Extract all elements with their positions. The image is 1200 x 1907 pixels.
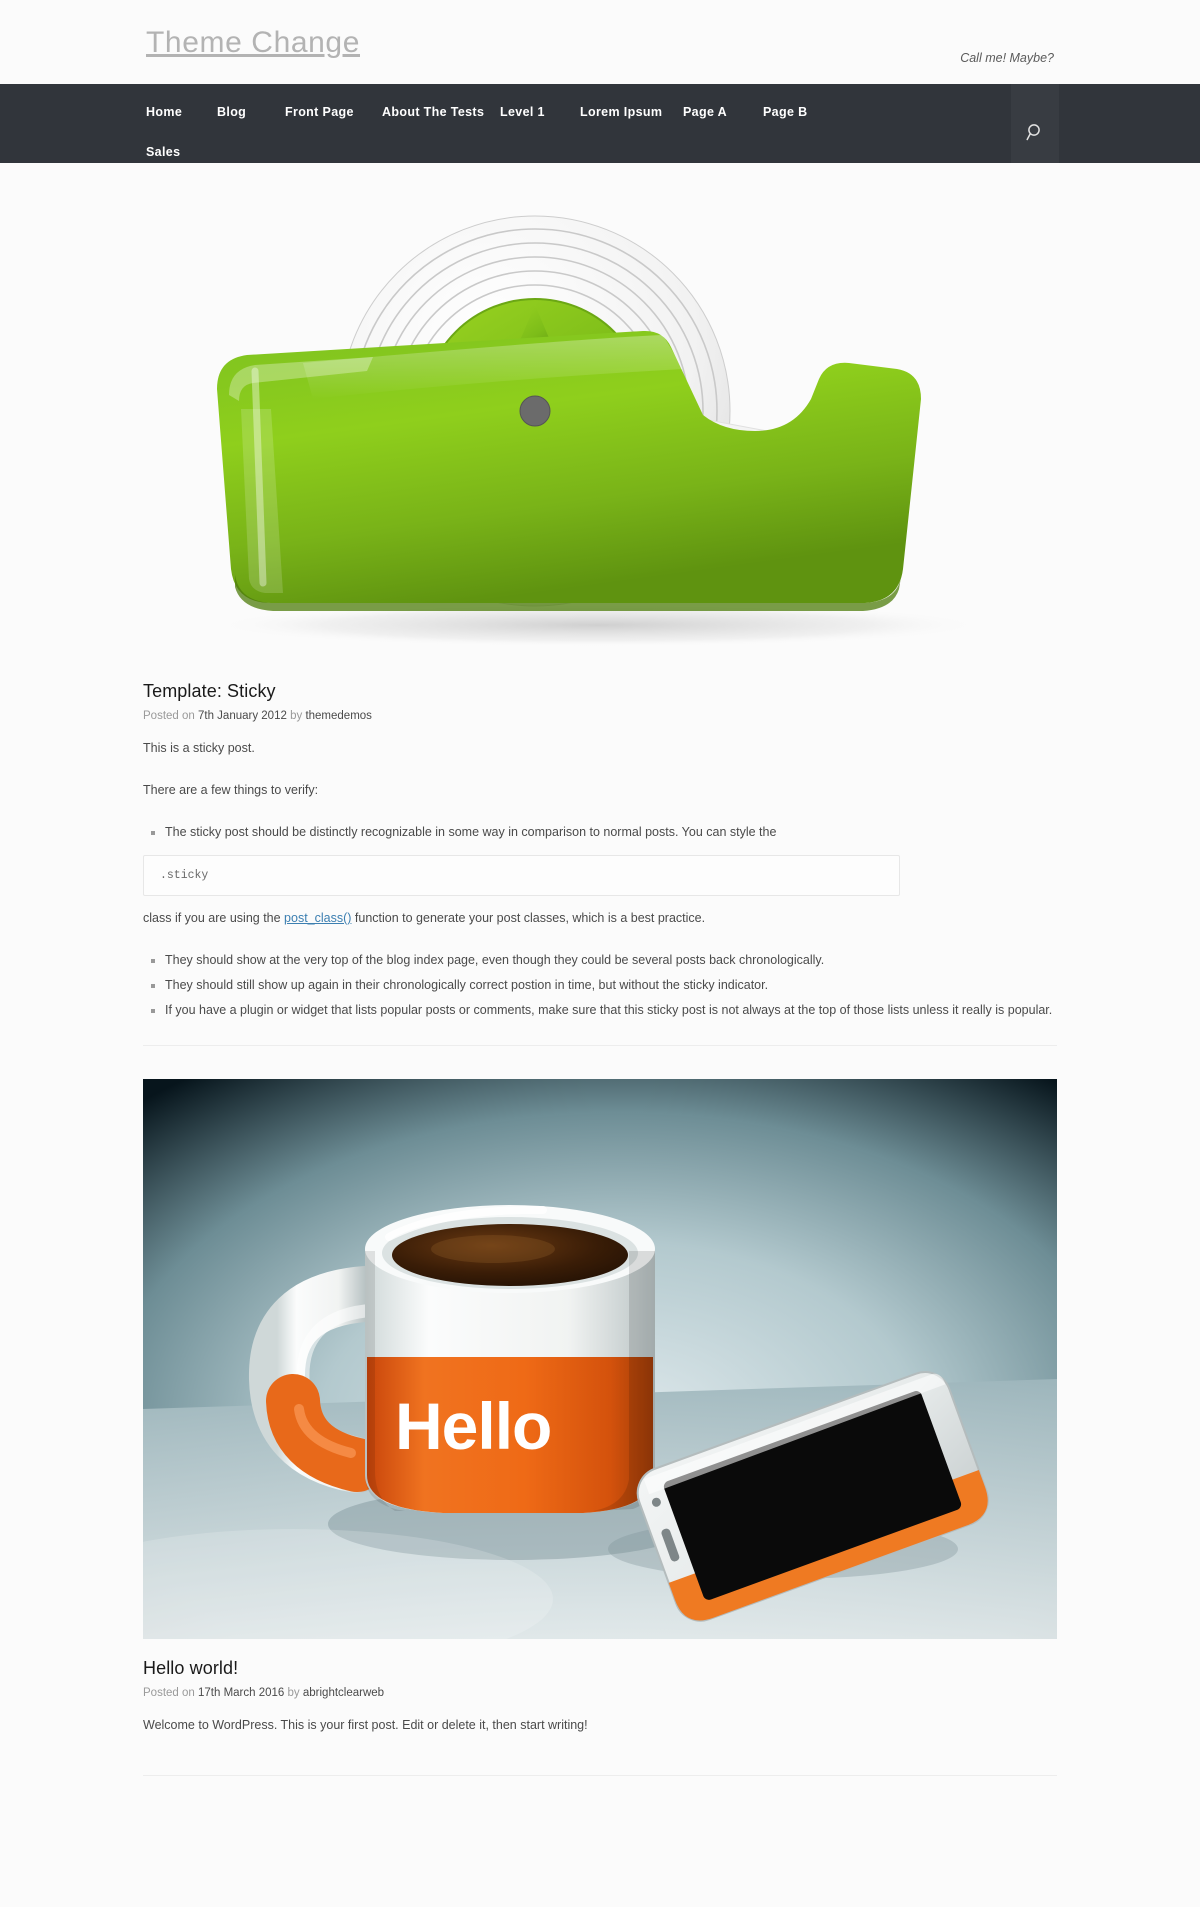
nav-link-lorem-ipsum[interactable]: Lorem Ipsum xyxy=(580,102,662,122)
post-date[interactable]: 7th January 2012 xyxy=(198,710,287,722)
page-bottom-divider xyxy=(143,1775,1057,1776)
nav-link-front-page[interactable]: Front Page xyxy=(285,102,354,122)
coffee-mug-and-phone-photo: Hello xyxy=(143,1079,1057,1639)
post-paragraph: This is a sticky post. xyxy=(143,741,255,755)
post-content: This is a sticky post. There are a few t… xyxy=(143,725,1057,1020)
search-toggle-button[interactable] xyxy=(1011,84,1059,163)
post-paragraph: There are a few things to verify: xyxy=(143,783,319,797)
list-item: If you have a plugin or widget that list… xyxy=(165,1001,1057,1020)
post-meta-by: by xyxy=(290,710,303,722)
list-item: They should still show up again in their… xyxy=(165,976,1057,995)
site-header-inner: Theme Change Call me! Maybe? xyxy=(0,0,1200,84)
post-content: Welcome to WordPress. This is your first… xyxy=(143,1702,1057,1735)
nav-link-page-b[interactable]: Page B xyxy=(763,102,807,122)
post-meta: Posted on 17th March 2016 by abrightclea… xyxy=(143,1684,1057,1702)
search-icon xyxy=(1026,123,1040,140)
primary-navigation: Home Blog Front Page About The Tests Lev… xyxy=(0,84,1200,163)
nav-item-blog[interactable]: Blog xyxy=(217,102,246,140)
main-content: Template: Sticky Posted on 7th January 2… xyxy=(0,163,1200,1816)
nav-link-level-1[interactable]: Level 1 xyxy=(500,102,545,122)
site-header: Theme Change Call me! Maybe? xyxy=(0,0,1200,84)
post-title[interactable]: Template: Sticky xyxy=(143,679,1057,703)
list-item: They should show at the very top of the … xyxy=(165,951,1057,970)
post-author[interactable]: abrightclearweb xyxy=(303,1687,384,1699)
nav-link-blog[interactable]: Blog xyxy=(217,102,246,122)
list-item: The sticky post should be distinctly rec… xyxy=(165,823,1057,842)
code-block: .sticky xyxy=(143,855,900,896)
post-meta-prefix: Posted on xyxy=(143,710,195,722)
post-hello-world: Hello Hello world! Posted on 17th March … xyxy=(143,1079,1057,1735)
after-code-text-after: function to generate your post classes, … xyxy=(351,911,706,925)
tape-dispenser-illustration xyxy=(208,215,988,647)
post-date[interactable]: 17th March 2016 xyxy=(198,1687,284,1699)
nav-link-page-a[interactable]: Page A xyxy=(683,102,727,122)
site-title[interactable]: Theme Change xyxy=(146,26,360,60)
nav-link-sales[interactable]: Sales xyxy=(146,142,180,162)
nav-link-home[interactable]: Home xyxy=(146,102,182,122)
post-list-rest: They should show at the very top of the … xyxy=(143,951,1057,1020)
post-class-link[interactable]: post_class() xyxy=(284,911,351,925)
nav-item-sales[interactable]: Sales xyxy=(146,142,180,163)
nav-item-lorem-ipsum[interactable]: Lorem Ipsum xyxy=(580,102,662,140)
post-featured-image-tape-dispenser xyxy=(143,163,1057,663)
post-template-sticky: Template: Sticky Posted on 7th January 2… xyxy=(143,163,1057,1046)
post-meta-by: by xyxy=(287,1687,300,1699)
nav-item-home[interactable]: Home xyxy=(146,102,182,140)
post-meta-prefix: Posted on xyxy=(143,1687,195,1699)
nav-item-front-page[interactable]: Front Page xyxy=(285,102,354,140)
post-header: Hello world! Posted on 17th March 2016 b… xyxy=(143,1639,1057,1702)
site-description: Call me! Maybe? xyxy=(960,50,1054,65)
post-list-first: The sticky post should be distinctly rec… xyxy=(143,823,1057,842)
post-paragraph: Welcome to WordPress. This is your first… xyxy=(143,1718,588,1732)
svg-text:Hello: Hello xyxy=(395,1389,551,1463)
nav-link-about-the-tests[interactable]: About The Tests xyxy=(382,102,484,122)
post-divider xyxy=(143,1045,1057,1046)
post-meta: Posted on 7th January 2012 by themedemos xyxy=(143,707,1057,725)
post-paragraph-after-code: class if you are using the post_class() … xyxy=(143,909,1057,928)
after-code-text-before: class if you are using the xyxy=(143,911,285,925)
post-featured-image-coffee-mug: Hello xyxy=(143,1079,1057,1639)
nav-item-about-the-tests[interactable]: About The Tests xyxy=(382,102,484,140)
post-title[interactable]: Hello world! xyxy=(143,1656,1057,1680)
post-header: Template: Sticky Posted on 7th January 2… xyxy=(143,663,1057,725)
nav-menu: Home Blog Front Page About The Tests Lev… xyxy=(0,84,1010,159)
nav-item-level-1[interactable]: Level 1 xyxy=(500,102,545,140)
nav-item-page-a[interactable]: Page A xyxy=(683,102,727,140)
nav-item-page-b[interactable]: Page B xyxy=(763,102,807,140)
post-author[interactable]: themedemos xyxy=(305,710,371,722)
